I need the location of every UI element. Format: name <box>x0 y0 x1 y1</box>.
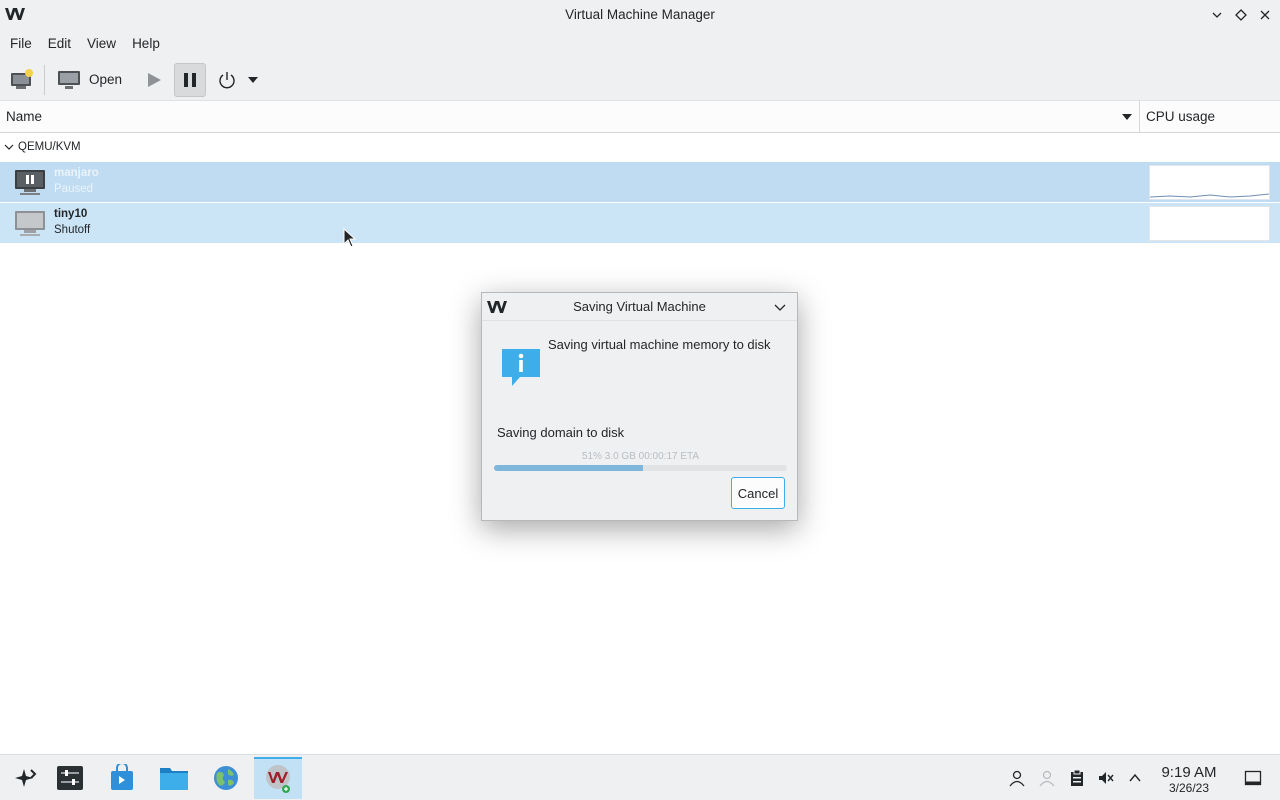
taskbar-virt-manager[interactable] <box>254 757 302 799</box>
chevron-down-icon[interactable] <box>773 300 787 314</box>
info-icon <box>502 349 540 386</box>
taskbar-discover[interactable] <box>98 757 146 799</box>
launcher-icon <box>15 769 37 787</box>
menu-bar: File Edit View Help <box>0 29 1280 59</box>
column-name-label: Name <box>6 109 43 124</box>
open-button[interactable]: Open <box>51 63 128 97</box>
new-vm-icon <box>11 68 33 89</box>
menu-view[interactable]: View <box>79 29 124 59</box>
mouse-cursor-icon <box>343 228 357 248</box>
column-cpu-header[interactable]: CPU usage <box>1140 109 1215 124</box>
title-bar: Virtual Machine Manager <box>0 0 1280 29</box>
dialog-status: Saving domain to disk <box>497 425 625 440</box>
dialog-title-bar: Saving Virtual Machine <box>482 293 797 321</box>
dialog-title: Saving Virtual Machine <box>573 299 706 314</box>
clock-time: 9:19 AM <box>1161 764 1217 781</box>
show-desktop-button[interactable] <box>1244 769 1262 787</box>
close-icon[interactable] <box>1256 6 1274 24</box>
monitor-icon <box>58 70 80 89</box>
discover-icon <box>111 764 133 790</box>
taskbar-browser[interactable] <box>202 757 250 799</box>
vm-state: Paused <box>54 183 94 195</box>
toolbar-separator <box>44 64 45 95</box>
browser-icon <box>214 766 238 790</box>
chevron-down-icon <box>248 76 259 83</box>
progress-text: 51% 3.0 GB 00:00:17 ETA <box>581 451 700 462</box>
volume-muted-icon <box>1099 772 1114 784</box>
clipboard-icon <box>1071 769 1083 786</box>
vm-name: manjaro <box>54 167 99 179</box>
column-name-header[interactable]: Name <box>0 100 1140 133</box>
progress-bar-fill <box>494 465 644 471</box>
vm-row-tiny10[interactable]: tiny10 Shutoff <box>0 203 1280 243</box>
system-settings-icon <box>57 766 83 790</box>
vm-name: tiny10 <box>54 208 88 220</box>
vm-paused-icon <box>15 170 45 195</box>
progress-bar <box>494 465 787 471</box>
window-title: Virtual Machine Manager <box>565 7 715 22</box>
dialog-heading: Saving virtual machine memory to disk <box>548 337 771 352</box>
vm-shutoff-icon <box>15 211 45 236</box>
vm-row-manjaro[interactable]: manjaro Paused <box>0 162 1280 202</box>
tray-clipboard[interactable] <box>1068 769 1086 787</box>
collapse-chevron-icon[interactable] <box>4 142 14 152</box>
pause-button[interactable] <box>174 62 207 97</box>
saving-vm-dialog: Saving Virtual Machine Saving virtual ma… <box>481 292 798 521</box>
pause-icon <box>184 72 197 87</box>
menu-edit[interactable]: Edit <box>40 29 79 59</box>
application-launcher[interactable] <box>0 757 48 799</box>
vm-list-header: Name CPU usage <box>0 100 1280 133</box>
menu-file[interactable]: File <box>2 29 40 59</box>
tray-volume[interactable] <box>1097 769 1115 787</box>
tray-expand[interactable] <box>1126 769 1144 787</box>
new-vm-button[interactable] <box>6 63 38 97</box>
virt-manager-logo-icon <box>487 301 507 313</box>
connection-label: QEMU/KVM <box>18 141 81 153</box>
show-desktop-icon <box>1244 770 1262 786</box>
connection-group[interactable]: QEMU/KVM <box>0 136 1280 158</box>
menu-help[interactable]: Help <box>124 29 168 59</box>
taskbar-file-manager[interactable] <box>150 757 198 799</box>
taskbar: 9:19 AM 3/26/23 <box>0 754 1280 800</box>
tray-user[interactable] <box>1008 769 1026 787</box>
maximize-icon[interactable] <box>1232 6 1250 24</box>
taskbar-system-settings[interactable] <box>46 757 94 799</box>
chevron-up-icon <box>1129 773 1141 782</box>
cpu-usage-graph <box>1149 206 1270 241</box>
sort-chevron-icon <box>1122 113 1132 120</box>
power-icon <box>219 71 235 88</box>
vm-state: Shutoff <box>54 224 91 236</box>
play-icon <box>148 72 162 87</box>
network-icon <box>1039 770 1055 787</box>
open-label: Open <box>89 72 123 87</box>
user-icon <box>1009 770 1025 787</box>
digital-clock[interactable]: 9:19 AM 3/26/23 <box>1153 764 1225 796</box>
virt-manager-icon <box>266 765 290 793</box>
clock-date: 3/26/23 <box>1168 781 1210 795</box>
run-button[interactable] <box>138 63 170 97</box>
minimize-icon[interactable] <box>1208 6 1226 24</box>
file-manager-icon <box>160 768 188 790</box>
shutdown-menu-button[interactable] <box>242 63 264 97</box>
cpu-usage-graph <box>1149 165 1270 200</box>
tray-network[interactable] <box>1038 769 1056 787</box>
virt-manager-logo-icon <box>5 8 25 20</box>
toolbar: Open <box>0 59 1280 101</box>
cancel-button[interactable]: Cancel <box>731 477 785 509</box>
shutdown-button[interactable] <box>212 63 242 97</box>
